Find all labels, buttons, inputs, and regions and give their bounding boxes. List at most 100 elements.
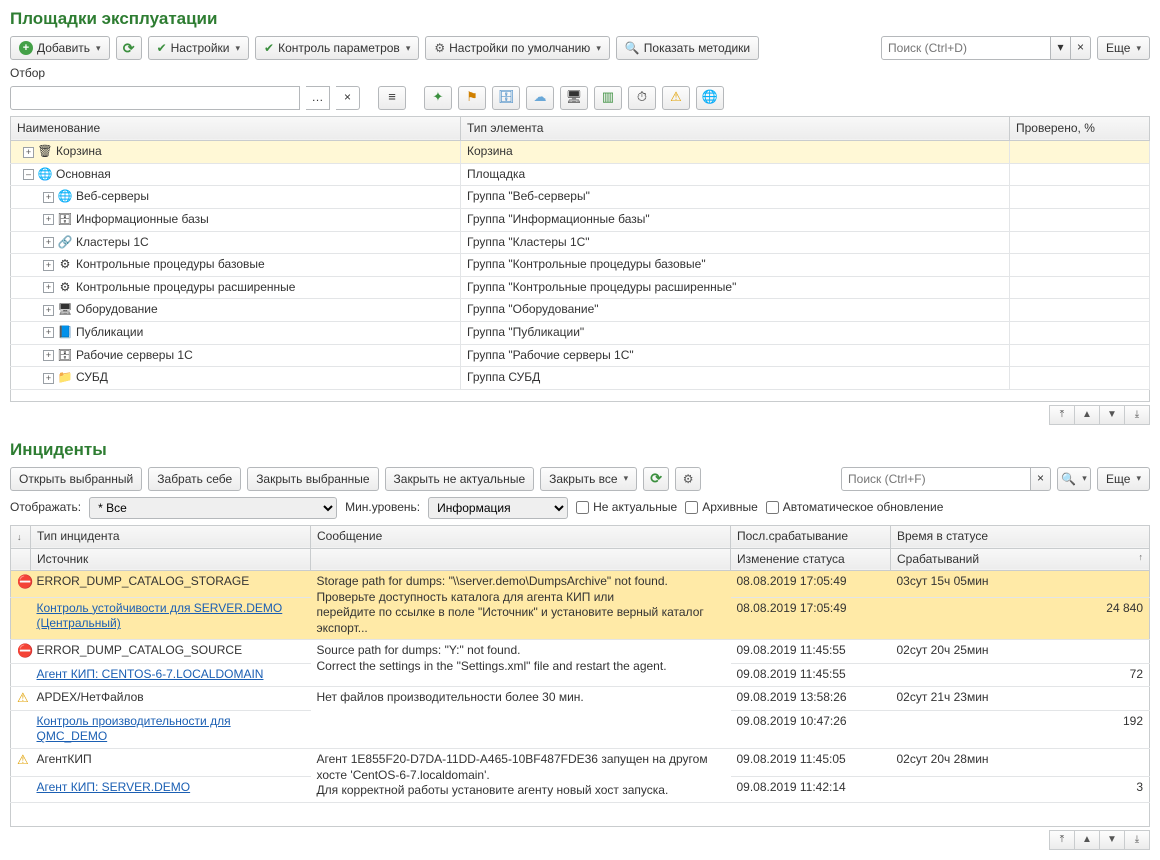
defaults-button[interactable]: ⚙ Настройки по умолчанию ▾ bbox=[425, 36, 610, 60]
incident-row[interactable]: ⚠АгентКИПАгент 1E855F20-D7DA-11DD-A465-1… bbox=[11, 749, 1150, 777]
tree-item-checked bbox=[1010, 231, 1150, 254]
inc-more-button[interactable]: Еще ▾ bbox=[1097, 467, 1150, 491]
filter-icon-globe[interactable]: 🌐 bbox=[696, 86, 724, 110]
show-select[interactable]: * Все bbox=[89, 497, 337, 519]
close-selected-button[interactable]: Закрыть выбранные bbox=[247, 467, 378, 491]
tree-row[interactable]: +🗄Рабочие серверы 1СГруппа "Рабочие серв… bbox=[11, 344, 1150, 367]
expand-toggle[interactable]: + bbox=[43, 327, 54, 338]
col-status-change[interactable]: Изменение статуса bbox=[731, 548, 891, 571]
expand-toggle[interactable]: + bbox=[43, 282, 54, 293]
incident-source-link[interactable]: Контроль устойчивости для SERVER.DEMO (Ц… bbox=[37, 601, 283, 631]
expand-toggle[interactable]: + bbox=[23, 147, 34, 158]
nav-last[interactable]: ⤓ bbox=[1124, 405, 1150, 425]
tree-row[interactable]: +📘ПубликацииГруппа "Публикации" bbox=[11, 322, 1150, 345]
min-level-select[interactable]: Информация bbox=[428, 497, 568, 519]
nav-down[interactable]: ▼ bbox=[1099, 830, 1125, 850]
col-sort[interactable]: ↓ bbox=[11, 525, 31, 548]
nav-down[interactable]: ▼ bbox=[1099, 405, 1125, 425]
filter-icon-flag[interactable]: ⚑ bbox=[458, 86, 486, 110]
nav-up[interactable]: ▲ bbox=[1074, 830, 1100, 850]
filter-input[interactable] bbox=[10, 86, 300, 110]
expand-toggle[interactable]: + bbox=[43, 214, 54, 225]
archived-check[interactable]: Архивные bbox=[685, 500, 758, 516]
col-msg[interactable]: Сообщение bbox=[311, 525, 731, 548]
tree-row[interactable]: +⚙Контрольные процедуры расширенныеГрупп… bbox=[11, 276, 1150, 299]
col-source[interactable]: Источник bbox=[31, 548, 311, 571]
not-actual-check[interactable]: Не актуальные bbox=[576, 500, 677, 516]
tree-row[interactable]: +🗑КорзинаКорзина bbox=[11, 141, 1150, 164]
open-selected-button[interactable]: Открыть выбранный bbox=[10, 467, 142, 491]
tree-item-icon: 🗄 bbox=[58, 213, 72, 227]
col-name[interactable]: Наименование bbox=[11, 116, 461, 141]
filter-icon-fence[interactable]: ▥ bbox=[594, 86, 622, 110]
auto-refresh-check[interactable]: Автоматическое обновление bbox=[766, 500, 944, 516]
param-control-button[interactable]: ✔ Контроль параметров ▾ bbox=[255, 36, 419, 60]
nav-last[interactable]: ⤓ bbox=[1124, 830, 1150, 850]
tree-item-name: Контрольные процедуры расширенные bbox=[76, 280, 295, 296]
inc-search-input[interactable] bbox=[841, 467, 1031, 491]
nav-first[interactable]: ⤒ bbox=[1049, 405, 1075, 425]
col-triggers[interactable]: Срабатываний↑ bbox=[891, 548, 1150, 571]
incident-source-link[interactable]: Контроль производительности для QMC_DEMO bbox=[37, 714, 231, 744]
settings-button[interactable]: ✔ Настройки ▾ bbox=[148, 36, 249, 60]
filter-icon-server[interactable]: 🖥 bbox=[560, 86, 588, 110]
defaults-label: Настройки по умолчанию bbox=[449, 41, 590, 55]
filter-choose-button[interactable]: … bbox=[306, 86, 330, 110]
col-checked[interactable]: Проверено, % bbox=[1010, 116, 1150, 141]
expand-toggle[interactable]: + bbox=[43, 237, 54, 248]
search-dropdown[interactable]: ▾ bbox=[1051, 36, 1071, 60]
expand-toggle[interactable]: – bbox=[23, 169, 34, 180]
nav-first[interactable]: ⤒ bbox=[1049, 830, 1075, 850]
incident-source-link[interactable]: Агент КИП: CENTOS-6-7.LOCALDOMAIN bbox=[37, 667, 264, 681]
areas-grid[interactable]: Наименование Тип элемента Проверено, % +… bbox=[10, 116, 1150, 390]
tree-item-checked bbox=[1010, 254, 1150, 277]
filter-icon-list[interactable]: ≡ bbox=[378, 86, 406, 110]
tree-row[interactable]: +⚙Контрольные процедуры базовыеГруппа "К… bbox=[11, 254, 1150, 277]
incidents-grid[interactable]: ↓ Тип инцидента Сообщение Посл.срабатыва… bbox=[10, 525, 1150, 803]
expand-toggle[interactable]: + bbox=[43, 373, 54, 384]
inc-search-clear[interactable]: × bbox=[1031, 467, 1051, 491]
search-input[interactable] bbox=[881, 36, 1051, 60]
col-last-trigger[interactable]: Посл.срабатывание bbox=[731, 525, 891, 548]
add-button[interactable]: Добавить ▾ bbox=[10, 36, 110, 60]
tree-row[interactable]: +🗄Информационные базыГруппа "Информацион… bbox=[11, 209, 1150, 232]
close-outdated-button[interactable]: Закрыть не актуальные bbox=[385, 467, 535, 491]
not-actual-checkbox[interactable] bbox=[576, 501, 589, 514]
filter-clear-button[interactable]: × bbox=[336, 86, 360, 110]
tree-row[interactable]: +🖥ОборудованиеГруппа "Оборудование" bbox=[11, 299, 1150, 322]
expand-toggle[interactable]: + bbox=[43, 260, 54, 271]
expand-toggle[interactable]: + bbox=[43, 192, 54, 203]
incident-row[interactable]: ⚠APDEX/НетФайловНет файлов производитель… bbox=[11, 686, 1150, 710]
show-methods-button[interactable]: 🔍 Показать методики bbox=[616, 36, 759, 60]
expand-toggle[interactable]: + bbox=[43, 305, 54, 316]
refresh-button[interactable]: ⟳ bbox=[116, 36, 142, 60]
search-clear[interactable]: × bbox=[1071, 36, 1091, 60]
incident-row[interactable]: ⛔ERROR_DUMP_CATALOG_STORAGEStorage path … bbox=[11, 571, 1150, 598]
inc-refresh-button[interactable]: ⟳ bbox=[643, 467, 669, 491]
tree-row[interactable]: +📁СУБДГруппа СУБД bbox=[11, 367, 1150, 390]
tree-row[interactable]: +🔗Кластеры 1СГруппа "Кластеры 1С" bbox=[11, 231, 1150, 254]
col-time-in-status[interactable]: Время в статусе bbox=[891, 525, 1150, 548]
archived-checkbox[interactable] bbox=[685, 501, 698, 514]
tree-item-type: Группа "Кластеры 1С" bbox=[461, 231, 1010, 254]
tree-row[interactable]: –🌐ОсновнаяПлощадка bbox=[11, 163, 1150, 186]
inc-search-options[interactable]: 🔍▾ bbox=[1057, 467, 1091, 491]
expand-toggle[interactable]: + bbox=[43, 350, 54, 361]
inc-gear-button[interactable]: ⚙ bbox=[675, 467, 701, 491]
filter-icon-db[interactable]: 🗄 bbox=[492, 86, 520, 110]
close-all-button[interactable]: Закрыть все ▾ bbox=[540, 467, 637, 491]
nav-up[interactable]: ▲ bbox=[1074, 405, 1100, 425]
incident-last-trigger: 09.08.2019 11:45:55 bbox=[731, 640, 891, 664]
filter-icon-warning[interactable]: ⚠ bbox=[662, 86, 690, 110]
tree-row[interactable]: +🌐Веб-серверыГруппа "Веб-серверы" bbox=[11, 186, 1150, 209]
take-self-button[interactable]: Забрать себе bbox=[148, 467, 241, 491]
filter-icon-cloud[interactable]: ☁ bbox=[526, 86, 554, 110]
more-button[interactable]: Еще ▾ bbox=[1097, 36, 1150, 60]
auto-refresh-checkbox[interactable] bbox=[766, 501, 779, 514]
col-inc-type[interactable]: Тип инцидента bbox=[31, 525, 311, 548]
incident-source-link[interactable]: Агент КИП: SERVER.DEMO bbox=[37, 780, 191, 794]
filter-icon-timer[interactable]: ⏱ bbox=[628, 86, 656, 110]
filter-icon-cluster[interactable]: ✦ bbox=[424, 86, 452, 110]
col-type[interactable]: Тип элемента bbox=[461, 116, 1010, 141]
incident-row[interactable]: ⛔ERROR_DUMP_CATALOG_SOURCESource path fo… bbox=[11, 640, 1150, 664]
